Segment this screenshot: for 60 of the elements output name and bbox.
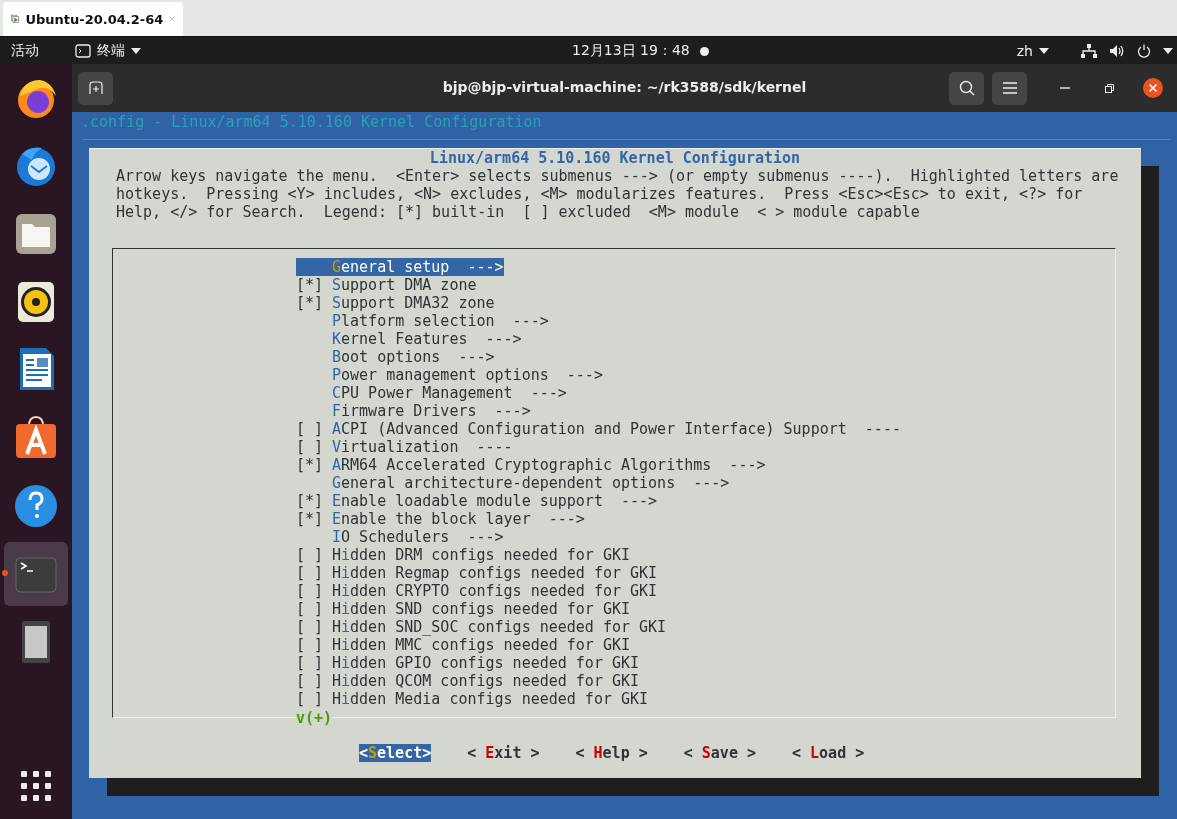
menu-item[interactable]: [ ] Hidden QCOM configs needed for GKI [296,672,640,690]
window-title: bjp@bjp-virtual-machine: ~/rk3588/sdk/kernel [442,79,807,95]
help-text: Arrow keys navigate the menu. <Enter> selects submenus ---> (or empty submenus ----). Highlighted letters are hotkeys. Pressing <Y> includes, <N> excludes, <M> modularizes features. Press <Esc><Esc> to exit, <?> for Help, </> for Search. Legend: [*] built-in [ ] excluded <M> module < > module capable [116,167,1120,221]
menu-item[interactable]: Boot options ---> [296,348,495,366]
volume-icon[interactable] [1109,43,1125,58]
menu-item[interactable]: [ ] Hidden GPIO configs needed for GKI [296,654,640,672]
menu-item[interactable]: [*] Enable loadable module support ---> [296,492,658,510]
search-button[interactable] [949,71,984,105]
app-grid-icon[interactable] [21,771,51,801]
power-icon[interactable] [1137,43,1151,58]
menu-item[interactable]: [ ] Hidden Media configs needed for GKI [296,690,649,708]
menu-item[interactable]: General architecture-dependent options ---> [296,474,730,492]
menu-item[interactable]: [ ] Hidden CRYPTO configs needed for GKI [296,582,658,600]
menu-item[interactable]: General setup ---> [296,258,504,276]
menu-item[interactable]: [*] Support DMA32 zone [296,294,495,312]
close-icon [1143,78,1163,98]
caret-icon[interactable] [1163,47,1173,54]
dialog-button[interactable]: <Select> [359,744,432,762]
network-icon[interactable] [1081,43,1097,58]
menu-item[interactable]: [ ] Hidden Regmap configs needed for GKI [296,564,658,582]
vm-tab[interactable]: Ubuntu-20.04.2-64 [3,2,183,36]
menu-item[interactable]: Kernel Features ---> [296,330,522,348]
search-icon [958,80,975,96]
dialog-button[interactable]: < Exit > [467,744,540,762]
menu-button[interactable] [992,71,1027,105]
caret-icon [131,47,141,54]
activities-button[interactable]: 活动 [11,41,39,60]
menu-item[interactable]: [ ] Virtualization ---- [296,438,513,456]
menu-item[interactable]: [ ] Hidden SND configs needed for GKI [296,600,631,618]
app-menu[interactable]: 终端 [69,40,147,61]
menu-item[interactable]: Power management options ---> [296,366,603,384]
terminal-icon [75,43,91,58]
dialog-button[interactable]: < Save > [683,744,756,762]
menu-item[interactable]: CPU Power Management ---> [296,384,567,402]
menu-item[interactable]: [*] Support DMA zone [296,276,477,294]
dialog-button[interactable]: < Load > [792,744,865,762]
menu-icon [1002,82,1017,94]
help-icon [12,482,60,530]
menu-item[interactable]: [*] ARM64 Accelerated Cryptographic Algorithms ---> [296,456,766,474]
menu-item[interactable]: Platform selection ---> [296,312,549,330]
clock[interactable]: 12月13日 19：48 [572,42,690,60]
menu-item[interactable]: [ ] ACPI (Advanced Configuration and Power Interface) Support ---- [296,420,901,438]
input-method-menu[interactable]: zh [1016,42,1049,59]
menu-item[interactable]: [ ] Hidden DRM configs needed for GKI [296,546,631,564]
dialog-button[interactable]: < Help > [575,744,648,762]
menu-item[interactable]: IO Schedulers ---> [296,528,504,546]
running-indicator [2,570,8,576]
new-tab-button[interactable] [78,71,113,105]
menu-item[interactable]: [*] Enable the block layer ---> [296,510,585,528]
menu-item[interactable]: [ ] Hidden MMC configs needed for GKI [296,636,631,654]
minimize-icon [1060,87,1070,89]
notification-dot-icon [699,46,709,56]
restore-icon [1104,83,1114,93]
plus-icon [88,81,103,95]
caret-icon [1039,47,1049,54]
dialog-title: Linux/arm64 5.10.160 Kernel Configuration [429,149,801,167]
screen-title: .config - Linux/arm64 5.10.160 Kernel Configuration [81,113,543,131]
more-items-indicator: v(+) [296,709,333,727]
menu-item[interactable]: [ ] Hidden SND_SOC configs needed for GKI [296,618,667,636]
menu-item[interactable]: Firmware Drivers ---> [296,402,531,420]
